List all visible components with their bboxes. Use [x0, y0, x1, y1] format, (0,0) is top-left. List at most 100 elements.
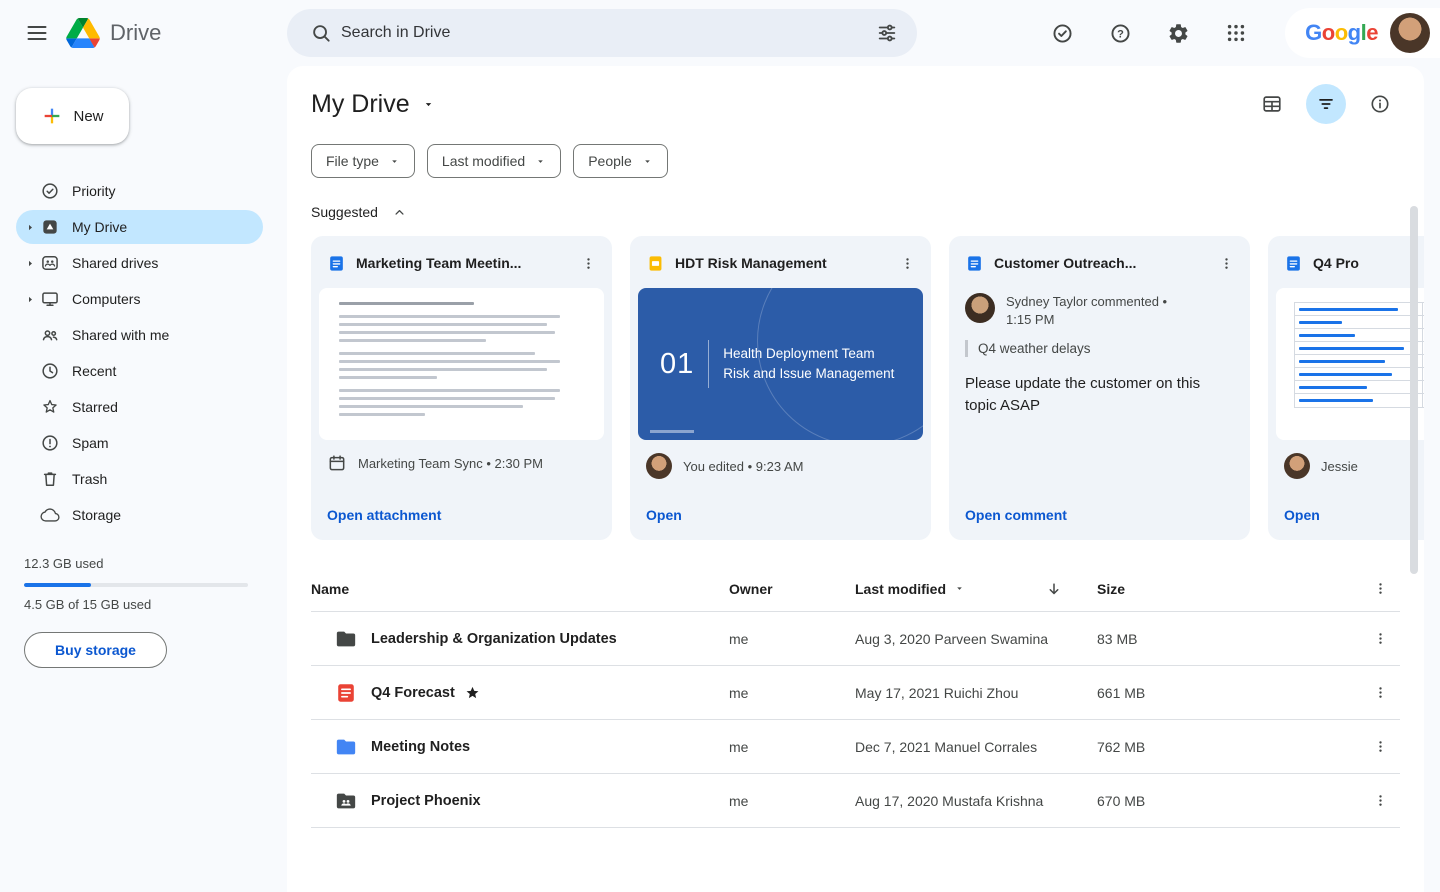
- card-more-button[interactable]: [1212, 249, 1240, 277]
- slide-preview[interactable]: 01 Health Deployment Team Risk and Issue…: [638, 288, 923, 440]
- document-preview[interactable]: [1276, 288, 1424, 440]
- priority-check-icon: [40, 181, 60, 201]
- expand-chevron-icon[interactable]: [22, 295, 38, 304]
- file-owner: me: [729, 684, 749, 701]
- table-row[interactable]: Meeting Notes me Dec 7, 2021 Manuel Corr…: [311, 720, 1400, 774]
- header-size[interactable]: Size: [1097, 581, 1360, 597]
- sidebar-item-priority[interactable]: Priority: [16, 174, 263, 208]
- sidebar-item-label: Shared with me: [72, 327, 170, 343]
- view-toolbar: [1252, 84, 1400, 124]
- sidebar-item-starred[interactable]: Starred: [16, 390, 263, 424]
- file-name: Leadership & Organization Updates: [371, 630, 617, 647]
- card-title: Q4 Pro: [1313, 255, 1359, 271]
- search-button[interactable]: [301, 13, 341, 53]
- card-header: HDT Risk Management: [630, 236, 931, 288]
- shared-folder-icon: [335, 790, 357, 812]
- star-filled-icon: [465, 685, 480, 700]
- sidebar-item-my-drive[interactable]: My Drive: [16, 210, 263, 244]
- suggestion-card-q4-proposal[interactable]: Q4 Pro Jessie Open: [1268, 236, 1424, 540]
- offline-status-button[interactable]: [1039, 10, 1085, 56]
- row-more-button[interactable]: [1360, 793, 1400, 808]
- table-row[interactable]: Project Phoenix me Aug 17, 2020 Mustafa …: [311, 774, 1400, 828]
- chip-file-type[interactable]: File type: [311, 144, 415, 178]
- suggestion-card-customer-outreach[interactable]: Customer Outreach... Sydney Taylor comme…: [949, 236, 1250, 540]
- sidebar-item-shared-drives[interactable]: Shared drives: [16, 246, 263, 280]
- pdf-file-icon: [335, 682, 357, 704]
- card-title: Customer Outreach...: [994, 255, 1137, 271]
- sort-direction-icon[interactable]: [1045, 580, 1063, 598]
- caret-down-icon: [422, 98, 435, 111]
- sidebar-nav: Priority My Drive Shared drives Computer…: [0, 174, 287, 532]
- tune-icon: [876, 22, 898, 44]
- storage-cloud-icon: [40, 505, 60, 525]
- open-attachment-link[interactable]: Open attachment: [311, 493, 612, 540]
- header-actions: ? Google: [1039, 8, 1440, 58]
- expand-chevron-icon[interactable]: [22, 223, 38, 232]
- sidebar-item-computers[interactable]: Computers: [16, 282, 263, 316]
- sidebar-item-label: Shared drives: [72, 255, 159, 271]
- suggested-cards: Marketing Team Meetin... Marketing Team …: [287, 236, 1424, 540]
- header-more-button[interactable]: [1360, 581, 1400, 596]
- help-button[interactable]: ?: [1097, 10, 1143, 56]
- page-title: My Drive: [311, 89, 410, 118]
- header-name[interactable]: Name: [311, 581, 729, 597]
- scrollbar-thumb[interactable]: [1410, 206, 1418, 574]
- drive-brand[interactable]: Drive: [62, 18, 161, 48]
- search-input[interactable]: [341, 24, 867, 42]
- card-meta-text: Marketing Team Sync • 2:30 PM: [358, 455, 543, 471]
- google-apps-button[interactable]: [1213, 10, 1259, 56]
- header-owner[interactable]: Owner: [729, 581, 855, 597]
- settings-button[interactable]: [1155, 10, 1201, 56]
- details-button[interactable]: [1360, 84, 1400, 124]
- sidebar-item-storage[interactable]: Storage: [16, 498, 263, 532]
- page-title-dropdown[interactable]: My Drive: [311, 90, 435, 119]
- chip-last-modified[interactable]: Last modified: [426, 144, 562, 178]
- buy-storage-button[interactable]: Buy storage: [24, 632, 167, 668]
- expand-chevron-icon[interactable]: [22, 259, 38, 268]
- computers-icon: [40, 289, 60, 309]
- open-comment-link[interactable]: Open comment: [949, 493, 1250, 540]
- new-button[interactable]: New: [16, 88, 129, 144]
- card-more-button[interactable]: [893, 249, 921, 277]
- browser-profile-pill[interactable]: Google: [1285, 8, 1440, 58]
- file-name: Meeting Notes: [371, 738, 471, 755]
- search-bar[interactable]: [287, 9, 917, 57]
- file-list-header: Name Owner Last modified Size: [311, 566, 1400, 612]
- trash-icon: [40, 469, 60, 489]
- suggestion-card-hdt-risk[interactable]: HDT Risk Management 01 Health Deployment…: [630, 236, 931, 540]
- docs-file-icon: [1284, 254, 1303, 273]
- storage-used-text: 12.3 GB used: [24, 556, 104, 571]
- header-last-modified[interactable]: Last modified: [855, 580, 1097, 598]
- user-avatar[interactable]: [1390, 13, 1430, 53]
- file-last-modified: Aug 17, 2020 Mustafa Krishna: [855, 792, 1044, 809]
- table-row[interactable]: Leadership & Organization Updates me Aug…: [311, 612, 1400, 666]
- svg-text:?: ?: [1117, 28, 1124, 40]
- row-more-button[interactable]: [1360, 685, 1400, 700]
- open-link[interactable]: Open: [1268, 493, 1424, 540]
- row-more-button[interactable]: [1360, 739, 1400, 754]
- card-more-button[interactable]: [574, 249, 602, 277]
- chevron-up-icon[interactable]: [392, 205, 407, 220]
- advanced-search-button[interactable]: [867, 13, 907, 53]
- open-link[interactable]: Open: [630, 493, 931, 540]
- filter-button[interactable]: [1306, 84, 1346, 124]
- grid-view-button[interactable]: [1252, 84, 1292, 124]
- hamburger-menu-icon: [25, 21, 49, 45]
- table-row[interactable]: Q4 Forecast me May 17, 2021 Ruichi Zhou …: [311, 666, 1400, 720]
- card-meta: Marketing Team Sync • 2:30 PM: [311, 440, 612, 473]
- suggestion-card-marketing[interactable]: Marketing Team Meetin... Marketing Team …: [311, 236, 612, 540]
- slide-decoration: [757, 288, 923, 440]
- file-size: 661 MB: [1097, 684, 1146, 701]
- sidebar-item-recent[interactable]: Recent: [16, 354, 263, 388]
- sidebar-item-spam[interactable]: Spam: [16, 426, 263, 460]
- document-preview[interactable]: [319, 288, 604, 440]
- hamburger-menu-button[interactable]: [14, 10, 60, 56]
- recent-clock-icon: [40, 361, 60, 381]
- chip-label: Last modified: [441, 153, 526, 169]
- row-more-button[interactable]: [1360, 631, 1400, 646]
- sidebar-item-shared-with-me[interactable]: Shared with me: [16, 318, 263, 352]
- sidebar: New Priority My Drive Shared drives Comp…: [0, 66, 287, 892]
- chip-people[interactable]: People: [573, 144, 668, 178]
- sidebar-item-trash[interactable]: Trash: [16, 462, 263, 496]
- storage-summary: 12.3 GB used 4.5 GB of 15 GB used Buy st…: [24, 556, 248, 668]
